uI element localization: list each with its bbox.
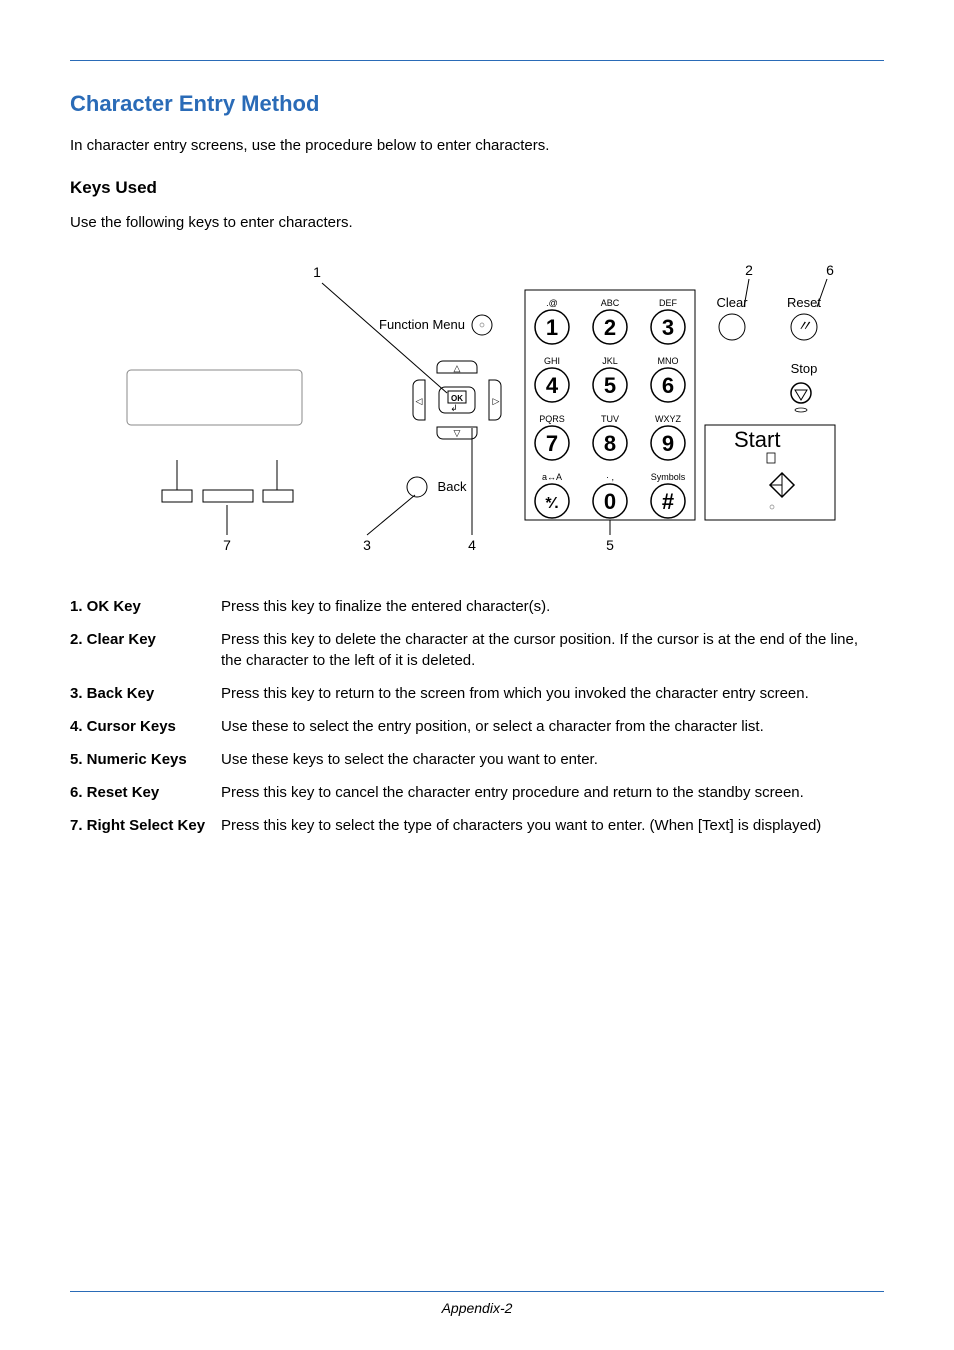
function-menu-label: Function Menu (379, 317, 465, 332)
callout-6: 6 (826, 262, 834, 278)
stop-label: Stop (791, 361, 818, 376)
start-label: Start (734, 427, 780, 452)
def-term: 4. Cursor Keys (70, 710, 221, 743)
page: Character Entry Method In character entr… (0, 0, 954, 1350)
svg-text:MNO: MNO (658, 356, 679, 366)
callout-1: 1 (313, 264, 321, 280)
back-label: Back (438, 479, 467, 494)
svg-text:2: 2 (604, 315, 616, 340)
svg-text:DEF: DEF (659, 298, 678, 308)
svg-text:〃: 〃 (796, 318, 811, 335)
callout-4: 4 (468, 537, 476, 553)
svg-text:8: 8 (604, 431, 616, 456)
keypad-diagram: 7 Function Menu △ ▽ ◁ (70, 255, 884, 560)
svg-text:*⁄.: *⁄. (545, 495, 558, 512)
key-definitions-table: 1. OK KeyPress this key to finalize the … (70, 590, 884, 842)
def-desc: Press this key to return to the screen f… (221, 677, 884, 710)
right-controls: Clear 2 Reset 〃 6 Stop Start (705, 262, 835, 520)
footer-text: Appendix-2 (442, 1300, 513, 1316)
callout-5: 5 (606, 537, 614, 553)
svg-text:↲: ↲ (450, 403, 458, 413)
def-desc: Use these keys to select the character y… (221, 743, 884, 776)
svg-text:#: # (662, 489, 674, 514)
callout-7: 7 (223, 537, 231, 553)
subsection-text: Use the following keys to enter characte… (70, 212, 884, 233)
def-term: 2. Clear Key (70, 623, 221, 677)
def-term: 6. Reset Key (70, 776, 221, 809)
section-title: Character Entry Method (70, 91, 884, 117)
clear-label: Clear (716, 295, 748, 310)
svg-text:3: 3 (662, 315, 674, 340)
svg-text:.@: .@ (546, 298, 558, 308)
svg-text:ABC: ABC (601, 298, 620, 308)
callout-2: 2 (745, 262, 753, 278)
svg-text:9: 9 (662, 431, 674, 456)
page-footer: Appendix-2 (0, 1291, 954, 1318)
def-desc: Use these to select the entry position, … (221, 710, 884, 743)
svg-text:a↔A: a↔A (542, 472, 562, 482)
reset-label: Reset (787, 295, 821, 310)
top-rule (70, 60, 884, 61)
lcd-screen (127, 370, 302, 425)
keypad-svg: 7 Function Menu △ ▽ ◁ (107, 255, 847, 555)
svg-text:◁: ◁ (416, 396, 423, 406)
def-term: 5. Numeric Keys (70, 743, 221, 776)
svg-text:1: 1 (546, 315, 558, 340)
def-term: 7. Right Select Key (70, 809, 221, 842)
select-keys: 7 (162, 460, 293, 553)
svg-text:4: 4 (546, 373, 559, 398)
svg-text:WXYZ: WXYZ (655, 414, 682, 424)
def-desc: Press this key to cancel the character e… (221, 776, 884, 809)
def-desc: Press this key to finalize the entered c… (221, 590, 884, 623)
svg-text:0: 0 (604, 489, 616, 514)
svg-text:▷: ▷ (493, 396, 500, 406)
svg-text:▽: ▽ (454, 428, 461, 438)
subsection-title: Keys Used (70, 178, 884, 198)
def-term: 1. OK Key (70, 590, 221, 623)
svg-text:Symbols: Symbols (651, 472, 686, 482)
svg-text:7: 7 (546, 431, 558, 456)
callout-3: 3 (363, 537, 371, 553)
svg-text:GHI: GHI (544, 356, 560, 366)
svg-text:6: 6 (662, 373, 674, 398)
svg-text:△: △ (454, 363, 461, 373)
def-desc: Press this key to delete the character a… (221, 623, 884, 677)
intro-text: In character entry screens, use the proc… (70, 135, 884, 156)
nav-cluster: Function Menu △ ▽ ◁ ▷ OK ↲ (313, 264, 501, 553)
svg-text:· ,: · , (606, 472, 614, 482)
def-term: 3. Back Key (70, 677, 221, 710)
svg-text:PQRS: PQRS (539, 414, 565, 424)
svg-text:5: 5 (604, 373, 616, 398)
svg-text:JKL: JKL (602, 356, 618, 366)
svg-text:TUV: TUV (601, 414, 619, 424)
def-desc: Press this key to select the type of cha… (221, 809, 884, 842)
numeric-keypad: .@ 1 ABC 2 DEF 3 GHI 4 JKL 5 MNO 6 PQRS … (525, 290, 695, 553)
ok-label: OK (451, 394, 463, 403)
